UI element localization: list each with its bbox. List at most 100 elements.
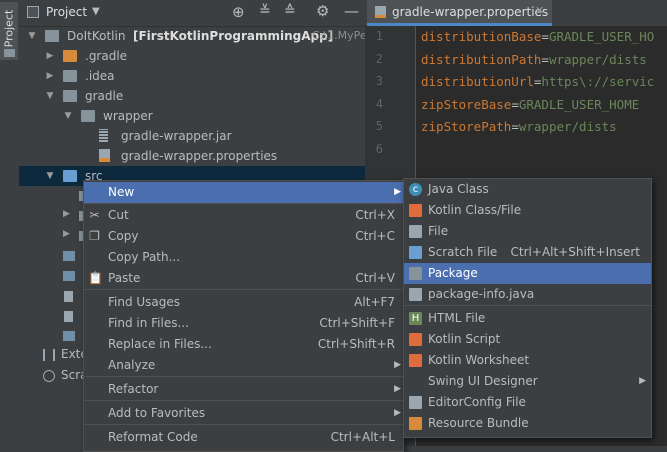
tree-item-label: wrapper — [103, 109, 153, 123]
line-number: 5 — [375, 119, 383, 133]
property-value: GRADLE_USER_HO — [548, 29, 655, 44]
editor-tab-label: gradle-wrapper.properties — [392, 5, 549, 19]
scratch-file-icon — [409, 246, 422, 259]
tree-row[interactable]: gradle-wrapper.properties — [19, 146, 365, 166]
expand-all-icon[interactable]: ≚ — [259, 3, 271, 19]
context-menu-item[interactable]: Replace in Files... Ctrl+Shift+R — [84, 334, 403, 355]
menu-item-label: Find Usages — [108, 295, 181, 309]
menu-item-label: Copy — [108, 229, 139, 243]
menu-item-label: Java Class — [428, 182, 489, 196]
context-menu-item[interactable]: Add to Favorites ▶ — [84, 403, 403, 424]
property-value: GRADLE_USER_HOME — [518, 96, 640, 112]
menu-item-shortcut: Ctrl+Alt+L — [330, 430, 395, 444]
tree-item-label: gradle-wrapper.jar — [121, 129, 232, 143]
new-menu-item[interactable]: package-info.java — [404, 284, 651, 305]
context-menu-item[interactable]: Find in Files... Ctrl+Shift+F — [84, 313, 403, 334]
collapse-all-icon[interactable]: ≙ — [284, 3, 296, 19]
menu-item-label: New — [108, 185, 135, 199]
project-view-title[interactable]: Project — [46, 5, 87, 19]
gradle-icon — [63, 251, 75, 261]
tree-row[interactable]: ▼ DoItKotlin [FirstKotlinProgrammingApp] C:… — [19, 26, 377, 46]
close-icon[interactable]: ✕ — [535, 4, 544, 17]
chevron-right-icon[interactable]: ▶ — [63, 229, 70, 239]
new-menu-item[interactable]: Swing UI Designer ▶ — [404, 371, 651, 392]
menu-item-label: Package — [428, 266, 478, 280]
folder-icon — [63, 170, 77, 182]
new-menu-item[interactable]: EditorConfig File — [404, 392, 651, 413]
line-number: 1 — [375, 29, 383, 43]
kotlin-worksheet-icon — [409, 354, 422, 367]
menu-item-label: HTML File — [428, 311, 486, 325]
code-line[interactable]: zipStorePath=wrapper/dists — [421, 119, 617, 134]
tree-row[interactable]: ▶ .gradle — [19, 46, 365, 66]
package-icon — [409, 267, 422, 280]
tree-row[interactable]: ▶ .idea — [19, 66, 365, 86]
chevron-right-icon[interactable]: ▶ — [45, 46, 55, 66]
file-icon — [64, 311, 73, 322]
chevron-right-icon: ▶ — [394, 360, 401, 370]
new-menu-item[interactable]: Resource Bundle — [404, 413, 651, 434]
menu-item-label: Kotlin Worksheet — [428, 353, 530, 367]
tree-row[interactable]: ▼ gradle — [19, 86, 365, 106]
tree-item-label: gradle — [85, 89, 124, 103]
scratches-icon — [43, 370, 55, 382]
menu-separator — [84, 289, 403, 290]
external-libraries-icon — [43, 349, 55, 361]
project-panel-header: Project ▼ ⊕ ≚ ≙ ⚙ — — [19, 0, 365, 27]
locate-icon[interactable]: ⊕ — [232, 3, 245, 21]
menu-separator — [84, 376, 403, 377]
menu-item-shortcut: Ctrl+Shift+F — [319, 316, 395, 330]
property-equals: = — [541, 29, 549, 44]
project-view-icon[interactable] — [27, 6, 39, 18]
menu-item-label: Scratch File — [428, 245, 498, 259]
chevron-right-icon: ▶ — [394, 187, 401, 197]
context-menu-item[interactable]: 📋 Paste Ctrl+V — [84, 268, 403, 289]
properties-file-icon — [375, 6, 386, 18]
menu-item-shortcut: Ctrl+C — [355, 229, 395, 243]
chevron-right-icon: ▶ — [394, 408, 401, 418]
chevron-right-icon[interactable]: ▶ — [45, 66, 55, 86]
code-line[interactable]: distributionPath=wrapper/dists — [421, 52, 647, 67]
new-menu-item[interactable]: Package — [404, 263, 651, 284]
tree-row[interactable]: ▼ wrapper — [19, 106, 365, 126]
code-line[interactable]: distributionUrl=https\://servic — [421, 74, 654, 89]
context-menu-item[interactable]: New ▶ — [84, 182, 403, 203]
chevron-down-icon[interactable]: ▼ — [92, 6, 100, 17]
menu-item-label: Kotlin Class/File — [428, 203, 522, 217]
new-menu-item[interactable]: Scratch File Ctrl+Alt+Shift+Insert — [404, 242, 651, 263]
gear-icon[interactable]: ⚙ — [316, 2, 329, 20]
tree-item-label: .gradle — [85, 49, 128, 63]
tree-row[interactable]: gradle-wrapper.jar — [19, 126, 365, 146]
chevron-down-icon[interactable]: ▼ — [27, 26, 37, 46]
menu-item-label: Copy Path... — [108, 250, 181, 264]
context-menu-item[interactable]: Copy Path... — [84, 247, 403, 268]
context-menu-item[interactable]: Analyze ▶ — [84, 355, 403, 376]
context-menu-item[interactable]: Reformat Code Ctrl+Alt+L — [84, 427, 403, 448]
chevron-down-icon[interactable]: ▼ — [45, 166, 55, 186]
new-menu-item[interactable]: File — [404, 221, 651, 242]
context-menu-item[interactable]: ❐ Copy Ctrl+C — [84, 226, 403, 247]
new-menu-item[interactable]: Kotlin Script — [404, 329, 651, 350]
menu-item-label: Swing UI Designer — [428, 374, 538, 388]
chevron-right-icon[interactable]: ▶ — [63, 209, 70, 219]
chevron-down-icon[interactable]: ▼ — [45, 86, 55, 106]
editor-tab[interactable]: gradle-wrapper.properties ✕ — [367, 0, 552, 26]
minimize-icon[interactable]: — — [344, 2, 359, 20]
paste-icon: 📋 — [88, 271, 103, 285]
context-menu-item[interactable]: Refactor ▶ — [84, 379, 403, 400]
menu-item-label: Cut — [108, 208, 129, 222]
context-menu-item[interactable]: Find Usages Alt+F7 — [84, 292, 403, 313]
code-line[interactable]: zipStoreBase=GRADLE_USER_HOME — [421, 97, 639, 112]
new-menu-item[interactable]: Kotlin Worksheet — [404, 350, 651, 371]
new-menu-item[interactable]: H HTML File — [404, 308, 651, 329]
java-class-icon: c — [409, 183, 422, 196]
property-equals: = — [541, 51, 549, 67]
code-line[interactable]: distributionBase=GRADLE_USER_HO — [421, 29, 654, 44]
context-menu-item[interactable]: ✂ Cut Ctrl+X — [84, 205, 403, 226]
chevron-down-icon[interactable]: ▼ — [63, 106, 73, 126]
jar-file-icon — [99, 129, 108, 142]
property-key: distributionPath — [421, 51, 542, 67]
new-menu-item[interactable]: c Java Class — [404, 179, 651, 200]
new-menu-item[interactable]: Kotlin Class/File — [404, 200, 651, 221]
property-value: wrapper/dists — [518, 119, 617, 134]
